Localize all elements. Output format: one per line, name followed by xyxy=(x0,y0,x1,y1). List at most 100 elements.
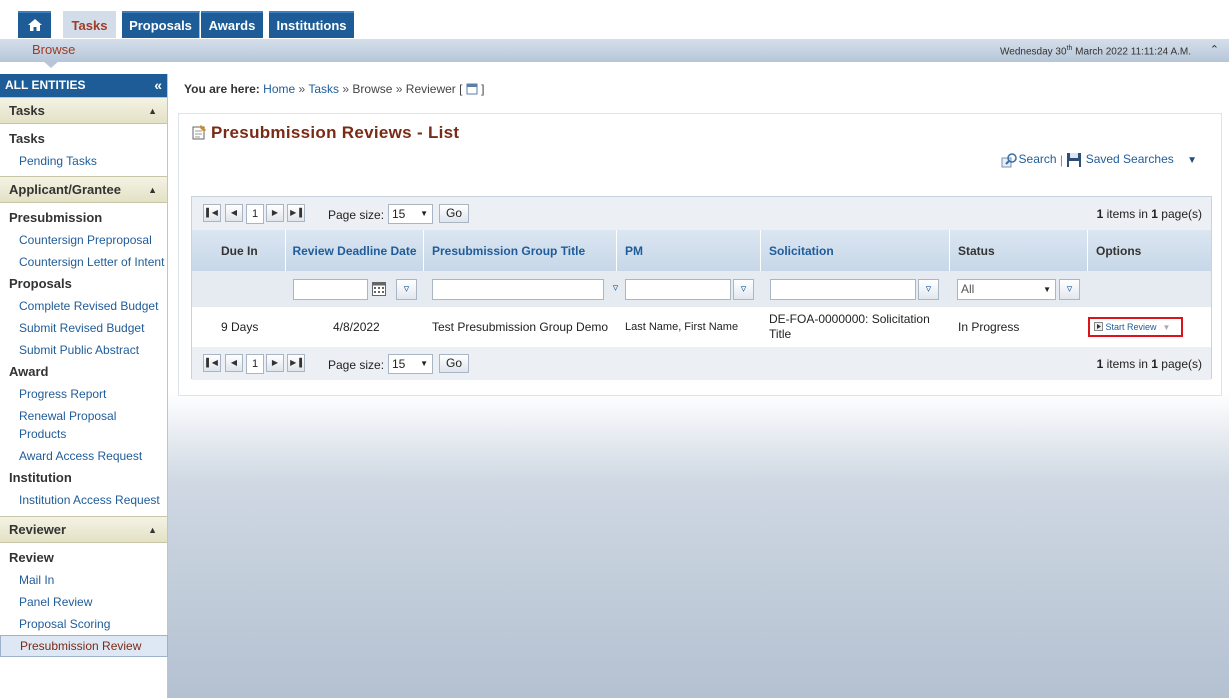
sidebar: ALL ENTITIES « Tasks ▲ Tasks Pending Task… xyxy=(0,74,168,698)
filter-icon[interactable]: ▿ xyxy=(396,279,417,300)
page-title: Presubmission Reviews - List xyxy=(191,123,459,143)
saved-searches-dropdown-icon[interactable]: ▼ xyxy=(1187,155,1197,166)
tab-tasks[interactable]: Tasks xyxy=(63,11,116,38)
items-summary: 1 items in 1 page(s) xyxy=(1096,357,1202,371)
sidebar-item-renewal-proposal-products[interactable]: Renewal Proposal Products xyxy=(0,405,167,445)
column-review-deadline-date[interactable]: Review Deadline Date xyxy=(286,230,424,271)
last-page-icon[interactable]: ▶▐ xyxy=(287,354,305,372)
collapse-sidebar-icon[interactable]: « xyxy=(154,74,162,96)
sidebar-item-panel-review[interactable]: Panel Review xyxy=(0,591,167,613)
sidebar-item-submit-public-abstract[interactable]: Submit Public Abstract xyxy=(0,339,167,361)
page-size-select[interactable]: 15 ▼ xyxy=(388,204,433,224)
previous-page-icon[interactable]: ◀ xyxy=(225,204,243,222)
first-page-icon[interactable]: ▌◀ xyxy=(203,204,221,222)
solicitation-filter-input[interactable] xyxy=(770,279,916,300)
chevron-down-icon[interactable]: ▼ xyxy=(1163,323,1171,332)
play-icon xyxy=(1094,322,1103,331)
section-tasks[interactable]: Tasks ▲ xyxy=(0,97,167,124)
sidebar-item-submit-revised-budget[interactable]: Submit Revised Budget xyxy=(0,317,167,339)
cell-status: In Progress xyxy=(958,320,1020,334)
page-number-button[interactable]: 1 xyxy=(246,204,264,224)
tab-proposals[interactable]: Proposals xyxy=(122,11,200,38)
column-due-in[interactable]: Due In xyxy=(192,230,286,271)
pager-top: ▌◀ ◀ 1 ▶ ▶▐ Page size: 15 ▼ Go 1 items in… xyxy=(192,197,1211,230)
calendar-icon[interactable] xyxy=(372,282,386,299)
table-row: 9 Days 4/8/2022 Test Presubmission Group… xyxy=(192,307,1211,347)
filter-icon[interactable]: ▿ xyxy=(605,279,626,300)
sidebar-item-countersign-letter-of-intent[interactable]: Countersign Letter of Intent xyxy=(0,251,167,273)
search-link[interactable]: Search xyxy=(1019,152,1057,166)
column-presubmission-group-title[interactable]: Presubmission Group Title xyxy=(424,230,617,271)
sidebar-item-presubmission-review[interactable]: Presubmission Review xyxy=(0,635,168,657)
notepad-icon xyxy=(192,125,206,140)
page-number-button[interactable]: 1 xyxy=(246,354,264,374)
sub-navigation: Browse Wednesday 30th March 2022 11:11:2… xyxy=(0,39,1229,68)
sidebar-item-progress-report[interactable]: Progress Report xyxy=(0,383,167,405)
cell-pm: Last Name, First Name xyxy=(625,321,739,333)
collapse-header-icon[interactable]: ⌃ xyxy=(1210,43,1219,56)
sidebar-item-institution-access-request[interactable]: Institution Access Request xyxy=(0,489,167,511)
last-page-icon[interactable]: ▶▐ xyxy=(287,204,305,222)
go-button[interactable]: Go xyxy=(439,354,469,373)
document-icon[interactable] xyxy=(466,83,478,95)
start-review-button[interactable]: Start Review ▼ xyxy=(1088,317,1183,337)
next-page-icon[interactable]: ▶ xyxy=(266,204,284,222)
column-solicitation[interactable]: Solicitation xyxy=(761,230,950,271)
column-pm[interactable]: PM xyxy=(617,230,761,271)
search-icon[interactable] xyxy=(1001,152,1019,168)
sidebar-item-countersign-preproposal[interactable]: Countersign Preproposal xyxy=(0,229,167,251)
filter-row: ▿ ▿ ▿ ▿ All ▼ ▿ xyxy=(192,271,1211,307)
pm-filter-input[interactable] xyxy=(625,279,731,300)
group-presubmission: Presubmission xyxy=(9,210,103,225)
filter-icon[interactable]: ▿ xyxy=(918,279,939,300)
subtab-pointer xyxy=(42,60,60,68)
section-reviewer[interactable]: Reviewer ▲ xyxy=(0,516,167,543)
sidebar-item-complete-revised-budget[interactable]: Complete Revised Budget xyxy=(0,295,167,317)
group-tasks: Tasks xyxy=(9,131,45,146)
page-size-label: Page size: xyxy=(328,208,385,222)
pager-bottom: ▌◀ ◀ 1 ▶ ▶▐ Page size: 15 ▼ Go 1 items in… xyxy=(192,347,1211,380)
subtab-browse[interactable]: Browse xyxy=(32,42,75,57)
home-tab[interactable] xyxy=(18,11,51,38)
chevron-down-icon: ▼ xyxy=(1043,285,1051,294)
current-datetime: Wednesday 30th March 2022 11:11:24 A.M. xyxy=(1000,45,1191,58)
sidebar-item-award-access-request[interactable]: Award Access Request xyxy=(0,445,167,467)
breadcrumb-suffix: ] xyxy=(481,82,485,96)
status-filter-select[interactable]: All ▼ xyxy=(957,279,1056,300)
chevron-down-icon: ▼ xyxy=(420,359,428,368)
column-options: Options xyxy=(1096,243,1142,258)
breadcrumb-prefix: You are here: xyxy=(184,82,260,96)
go-button[interactable]: Go xyxy=(439,204,469,223)
sidebar-item-proposal-scoring[interactable]: Proposal Scoring xyxy=(0,613,167,635)
sidebar-item-pending-tasks[interactable]: Pending Tasks xyxy=(0,150,167,172)
deadline-filter-input[interactable] xyxy=(293,279,368,300)
sidebar-item-mail-in[interactable]: Mail In xyxy=(0,569,167,591)
group-review: Review xyxy=(9,550,54,565)
tab-awards[interactable]: Awards xyxy=(201,11,263,38)
collapse-arrow-icon[interactable]: ▲ xyxy=(148,177,157,203)
column-status[interactable]: Status xyxy=(950,230,1088,271)
breadcrumb-home[interactable]: Home xyxy=(263,82,295,96)
page-size-label: Page size: xyxy=(328,358,385,372)
next-page-icon[interactable]: ▶ xyxy=(266,354,284,372)
save-icon[interactable] xyxy=(1066,152,1082,168)
items-summary: 1 items in 1 page(s) xyxy=(1096,207,1202,221)
reviews-grid: ▌◀ ◀ 1 ▶ ▶▐ Page size: 15 ▼ Go 1 items in… xyxy=(191,196,1212,380)
page-size-select[interactable]: 15 ▼ xyxy=(388,354,433,374)
home-icon xyxy=(27,19,42,31)
filter-icon[interactable]: ▿ xyxy=(1059,279,1080,300)
first-page-icon[interactable]: ▌◀ xyxy=(203,354,221,372)
search-toolbar: Search | Saved Searches ▼ xyxy=(1001,152,1197,168)
breadcrumb: You are here: Home » Tasks » Browse » Re… xyxy=(184,82,485,96)
tab-institutions[interactable]: Institutions xyxy=(269,11,354,38)
collapse-arrow-icon[interactable]: ▲ xyxy=(148,98,157,124)
group-title-filter-input[interactable] xyxy=(432,279,604,300)
previous-page-icon[interactable]: ◀ xyxy=(225,354,243,372)
collapse-arrow-icon[interactable]: ▲ xyxy=(148,517,157,543)
group-institution: Institution xyxy=(9,470,72,485)
breadcrumb-browse: Browse xyxy=(352,82,393,96)
section-applicant-grantee[interactable]: Applicant/Grantee ▲ xyxy=(0,176,167,203)
filter-icon[interactable]: ▿ xyxy=(733,279,754,300)
breadcrumb-tasks[interactable]: Tasks xyxy=(308,82,339,96)
saved-searches-link[interactable]: Saved Searches xyxy=(1086,152,1174,166)
